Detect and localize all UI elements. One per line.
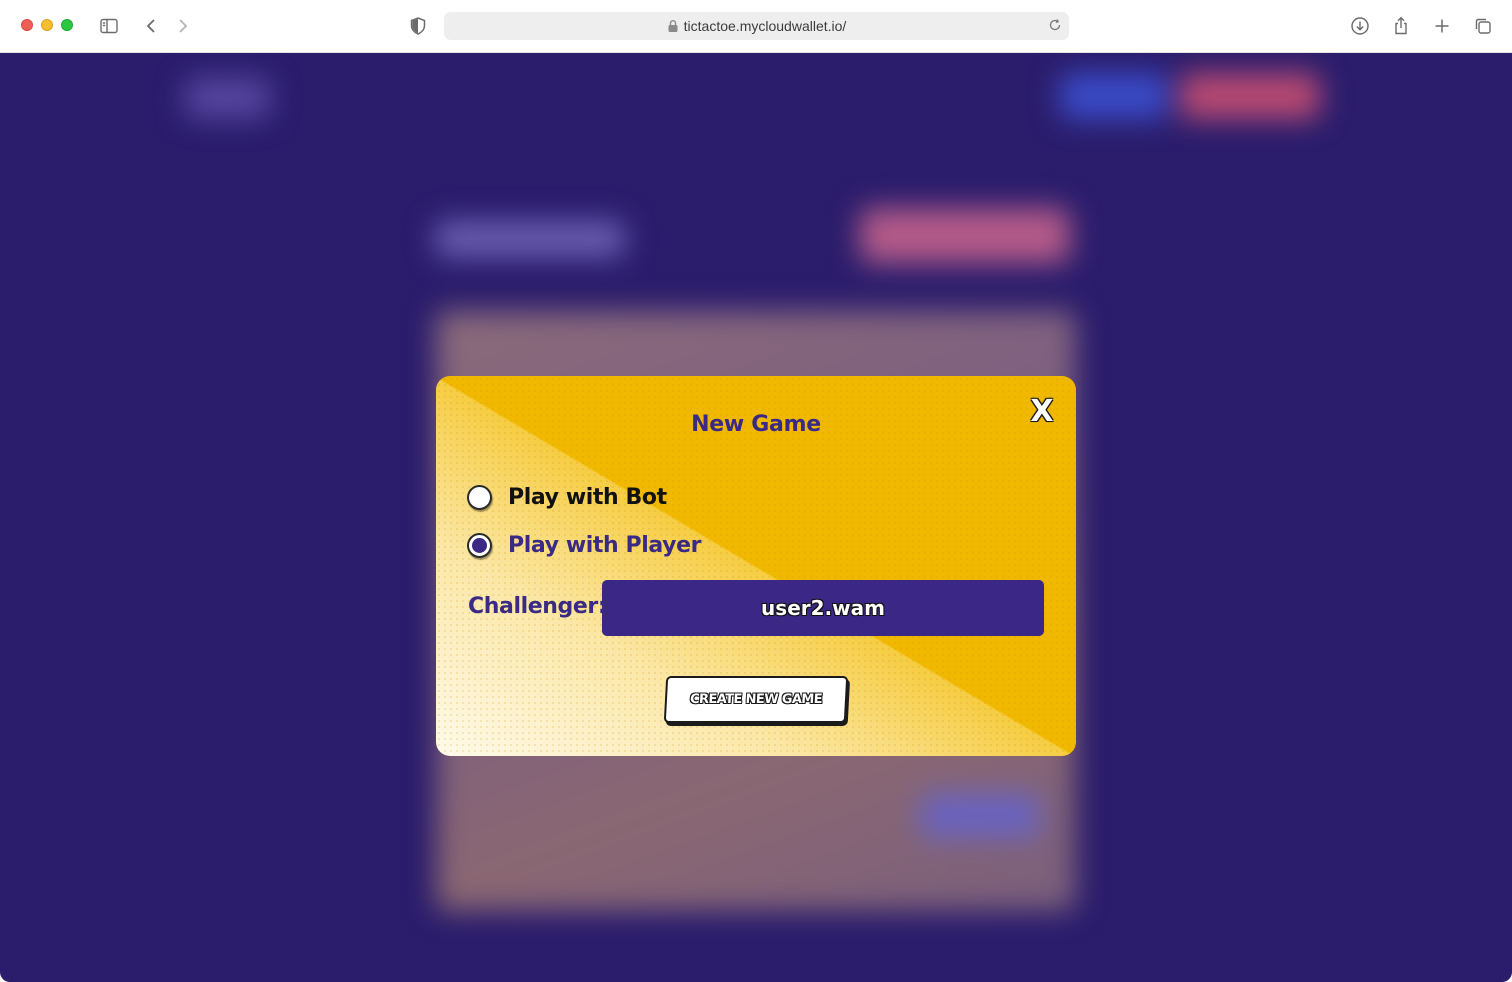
challenger-label: Challenger: bbox=[468, 594, 607, 619]
sidebar-icon[interactable] bbox=[97, 14, 121, 38]
play-with-bot-label: Play with Bot bbox=[508, 484, 667, 510]
play-with-bot-radio[interactable] bbox=[467, 484, 492, 510]
new-game-dialog: New Game X Play with Bot Play with Playe… bbox=[436, 376, 1076, 756]
url-text: tictactoe.mycloudwallet.io/ bbox=[683, 18, 847, 34]
lock-icon bbox=[667, 19, 679, 33]
play-with-bot-option[interactable]: Play with Bot bbox=[467, 480, 667, 514]
dialog-title: New Game bbox=[691, 412, 821, 437]
reload-icon[interactable] bbox=[1048, 18, 1062, 32]
plus-icon[interactable] bbox=[1430, 14, 1454, 38]
play-with-player-option[interactable]: Play with Player bbox=[467, 528, 701, 562]
play-with-player-radio[interactable] bbox=[467, 532, 492, 558]
create-new-game-label: CREATE NEW GAME bbox=[689, 692, 823, 707]
chevron-right-icon[interactable] bbox=[171, 14, 195, 38]
shield-icon[interactable] bbox=[406, 14, 430, 38]
address-bar[interactable]: tictactoe.mycloudwallet.io/ bbox=[444, 12, 1069, 40]
play-with-player-label: Play with Player bbox=[508, 532, 702, 558]
share-icon[interactable] bbox=[1389, 14, 1413, 38]
chevron-left-icon[interactable] bbox=[139, 14, 163, 38]
browser-toolbar: tictactoe.mycloudwallet.io/ bbox=[0, 0, 1512, 53]
close-button[interactable]: X bbox=[1025, 394, 1059, 430]
minimize-window-button[interactable] bbox=[41, 19, 53, 31]
close-window-button[interactable] bbox=[21, 19, 33, 31]
challenger-input[interactable] bbox=[602, 580, 1044, 636]
create-new-game-button[interactable]: CREATE NEW GAME bbox=[663, 676, 849, 723]
tabs-icon[interactable] bbox=[1471, 14, 1495, 38]
zoom-window-button[interactable] bbox=[61, 19, 73, 31]
download-icon[interactable] bbox=[1348, 14, 1372, 38]
